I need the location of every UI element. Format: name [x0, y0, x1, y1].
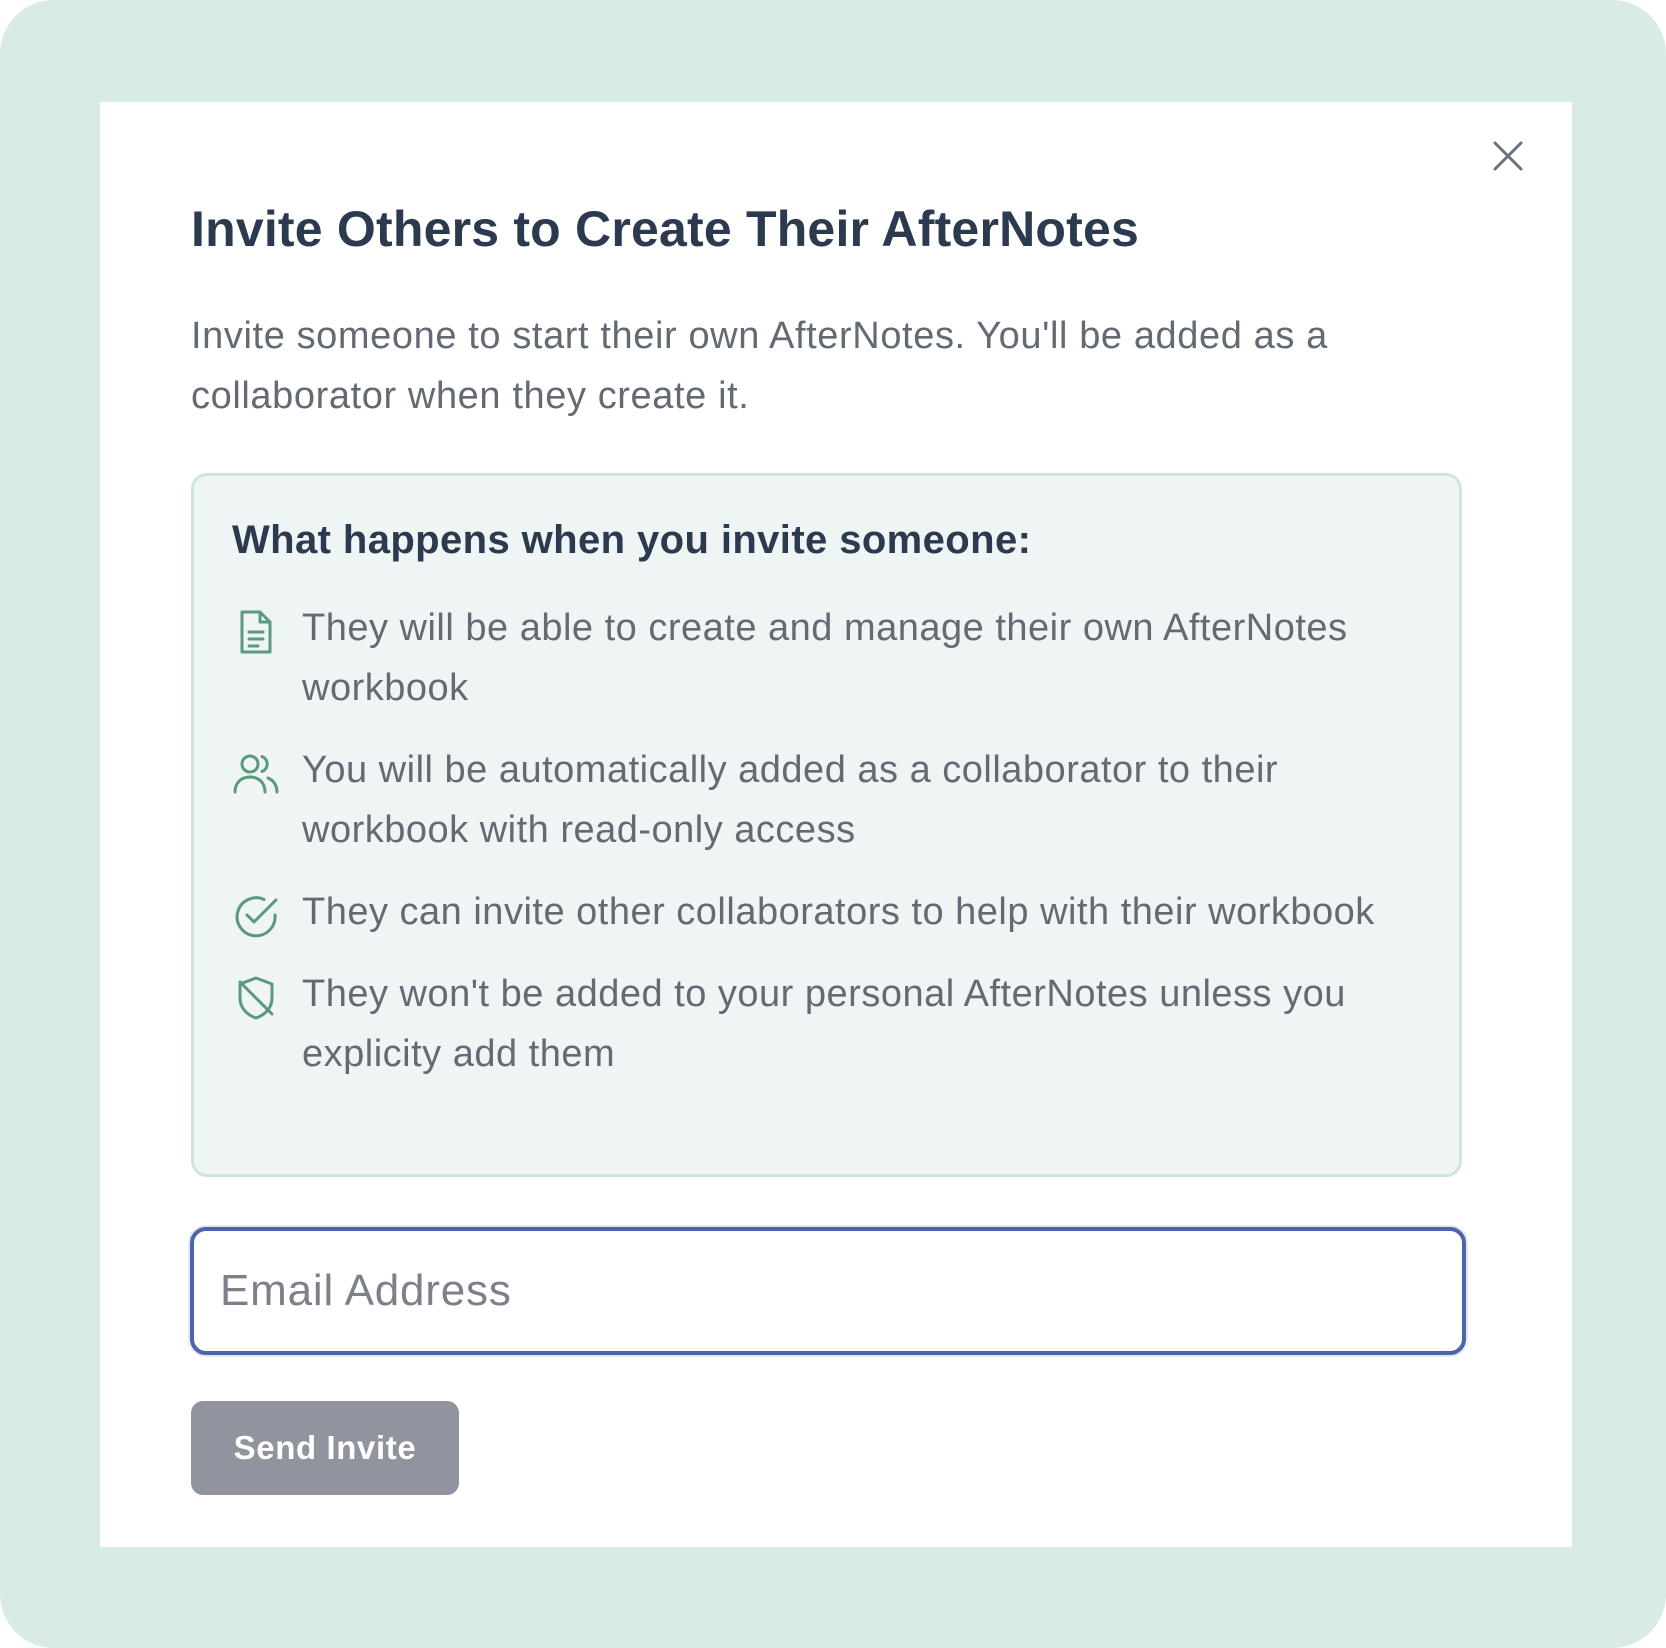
- shield-off-icon: [238, 976, 274, 1020]
- info-item-collaborator: You will be automatically added as a col…: [232, 740, 1442, 860]
- info-heading: What happens when you invite someone:: [232, 518, 1032, 562]
- invite-modal: Invite Others to Create Their AfterNotes…: [100, 102, 1572, 1547]
- document-icon: [240, 610, 272, 654]
- users-icon: [233, 754, 279, 794]
- close-button[interactable]: [1484, 132, 1532, 180]
- info-item-create: They will be able to create and manage t…: [232, 598, 1442, 718]
- info-panel: What happens when you invite someone: Th…: [191, 473, 1462, 1177]
- modal-title: Invite Others to Create Their AfterNotes: [191, 201, 1140, 257]
- email-input[interactable]: [190, 1227, 1466, 1355]
- info-list: They will be able to create and manage t…: [232, 598, 1442, 1106]
- close-icon: [1493, 141, 1523, 171]
- send-invite-button[interactable]: Send Invite: [191, 1401, 459, 1495]
- modal-description: Invite someone to start their own AfterN…: [191, 315, 1328, 417]
- info-item-text: You will be automatically added as a col…: [302, 749, 1279, 851]
- info-item-privacy: They won't be added to your personal Aft…: [232, 964, 1442, 1084]
- info-item-invite-others: They can invite other collaborators to h…: [232, 882, 1442, 942]
- info-item-text: They won't be added to your personal Aft…: [302, 973, 1346, 1075]
- info-item-text: They can invite other collaborators to h…: [302, 891, 1375, 933]
- info-item-text: They will be able to create and manage t…: [302, 607, 1348, 709]
- page-background: Invite Others to Create Their AfterNotes…: [0, 0, 1666, 1648]
- check-circle-icon: [235, 896, 278, 938]
